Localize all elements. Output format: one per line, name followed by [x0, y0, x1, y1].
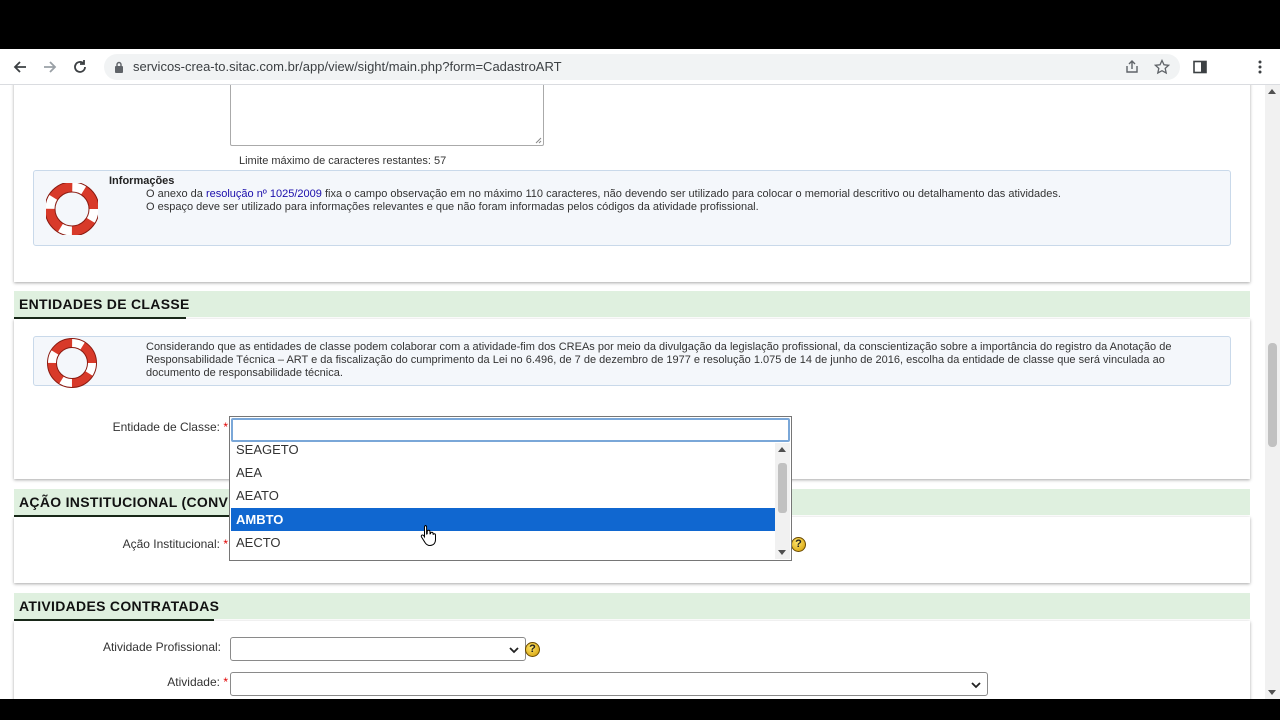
section-atividades-title: ATIVIDADES CONTRATADAS [19, 598, 220, 614]
lifebuoy-icon [46, 337, 98, 389]
info-box-entidades: Considerando que as entidades de classe … [33, 336, 1231, 389]
entidades-info-text: Considerando que as entidades de classe … [146, 341, 1172, 379]
cursor-hand-icon [420, 524, 436, 551]
bottom-bar [0, 699, 1280, 720]
required-mark: * [223, 420, 228, 434]
help-icon[interactable]: ? [525, 642, 540, 657]
lock-icon[interactable] [114, 60, 124, 78]
reload-icon[interactable] [68, 55, 92, 79]
section-acao-title: AÇÃO INSTITUCIONAL (CONVÊ [19, 494, 238, 510]
section-entidades-title: ENTIDADES DE CLASSE [19, 296, 190, 312]
info-line-2: O espaço deve ser utilizado para informa… [146, 201, 759, 213]
entidade-options-list: SEAGETO AEA AEATO AMBTO AECTO [231, 443, 775, 559]
scroll-up-icon[interactable] [778, 447, 786, 452]
option-aea[interactable]: AEA [231, 461, 775, 484]
star-icon[interactable] [1153, 58, 1171, 80]
lifebuoy-icon [44, 181, 100, 237]
required-mark: * [223, 675, 228, 689]
scroll-down-icon[interactable] [1268, 690, 1276, 695]
screen: servicos-crea-to.sitac.com.br/app/view/s… [0, 0, 1280, 720]
page-scrollbar[interactable] [1265, 85, 1280, 699]
atividade-select[interactable] [230, 672, 988, 696]
atividade-label: Atividade: * [100, 675, 228, 689]
info-box-informacoes: Informações O anexo da resolução nº 1025… [33, 170, 1231, 246]
option-seageto[interactable]: SEAGETO [231, 443, 775, 461]
option-ambto[interactable]: AMBTO [231, 508, 775, 531]
option-aecto[interactable]: AECTO [231, 531, 775, 554]
section-atividades-header: ATIVIDADES CONTRATADAS [14, 593, 1250, 621]
option-aeato[interactable]: AEATO [231, 484, 775, 507]
forward-icon[interactable] [38, 55, 62, 79]
browser-toolbar: servicos-crea-to.sitac.com.br/app/view/s… [0, 49, 1280, 85]
address-bar[interactable]: servicos-crea-to.sitac.com.br/app/view/s… [104, 54, 1180, 80]
url-text[interactable]: servicos-crea-to.sitac.com.br/app/view/s… [133, 59, 562, 74]
atividade-profissional-select[interactable] [230, 637, 526, 661]
chevron-down-icon [509, 647, 519, 654]
dropdown-scroll-thumb[interactable] [778, 463, 787, 513]
back-icon[interactable] [8, 55, 32, 79]
char-limit-text: Limite máximo de caracteres restantes: 5… [239, 155, 447, 167]
info-line-1-suffix: fixa o campo observação em no máximo 110… [321, 188, 1061, 200]
side-panel-icon[interactable] [1188, 55, 1212, 79]
resize-grip-icon[interactable] [534, 136, 542, 144]
info-line-1-prefix: O anexo da [146, 188, 206, 200]
entidade-label: Entidade de Classe: * [80, 420, 228, 434]
share-icon[interactable] [1124, 59, 1140, 80]
page-scroll-thumb[interactable] [1268, 343, 1277, 447]
acao-label: Ação Institucional: * [80, 537, 228, 551]
entidade-classe-dropdown[interactable]: SEAGETO AEA AEATO AMBTO AECTO [229, 416, 792, 561]
help-icon[interactable]: ? [791, 537, 806, 552]
required-mark: * [223, 537, 228, 551]
section-entidades-header: ENTIDADES DE CLASSE [14, 291, 1250, 319]
atividade-profissional-label: Atividade Profissional: [102, 640, 221, 654]
scroll-up-icon[interactable] [1268, 89, 1276, 94]
entidade-classe-search-input[interactable] [231, 418, 790, 442]
acao-label-text: Ação Institucional: [122, 537, 220, 551]
dropdown-scrollbar[interactable] [775, 443, 790, 559]
chevron-down-icon [971, 682, 981, 689]
atividade-label-text: Atividade: [167, 675, 220, 689]
info-title: Informações [109, 175, 175, 187]
info-line-1: O anexo da resolução nº 1025/2009 fixa o… [146, 188, 1216, 201]
page-viewport: Limite máximo de caracteres restantes: 5… [0, 85, 1280, 699]
entidade-label-text: Entidade de Classe: [112, 420, 220, 434]
resolucao-link[interactable]: resolução nº 1025/2009 [206, 188, 322, 200]
scroll-down-icon[interactable] [778, 550, 786, 555]
menu-icon[interactable] [1248, 55, 1272, 79]
observacao-textarea[interactable] [230, 85, 544, 146]
